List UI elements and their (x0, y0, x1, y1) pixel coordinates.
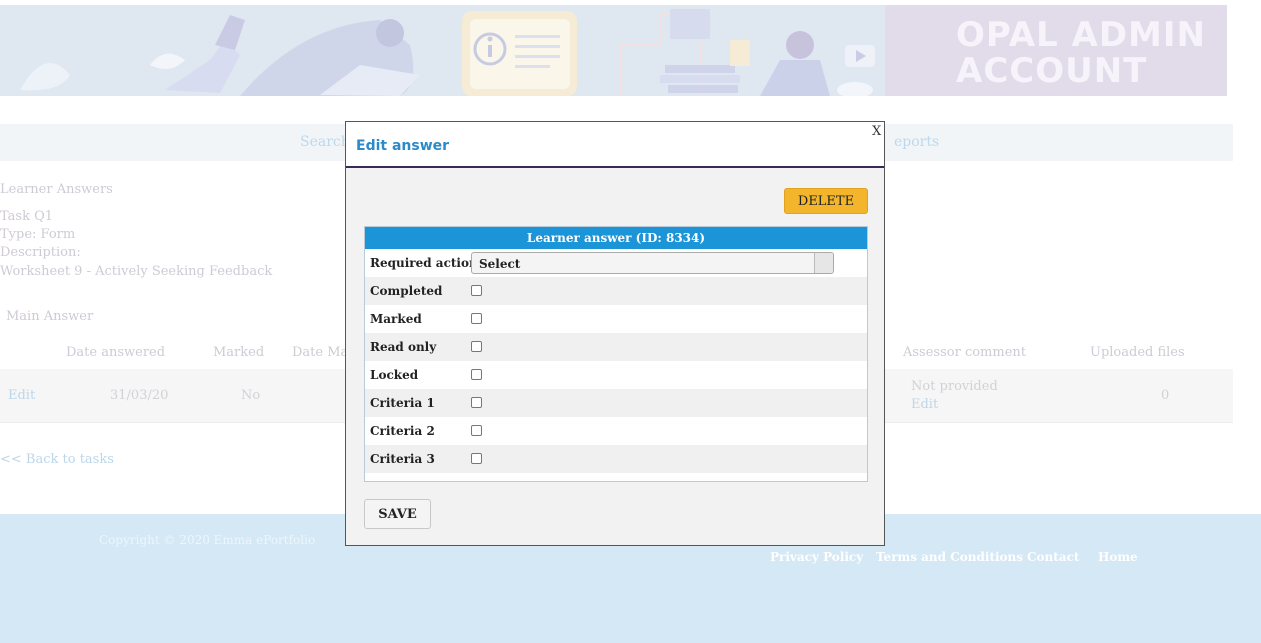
video-icon-illustration (837, 45, 875, 96)
footer-copyright: Copyright © 2020 Emma ePortfolio (99, 533, 316, 547)
row-comment: Not provided (911, 379, 998, 394)
nav-item-search[interactable]: Search (300, 134, 350, 150)
criteria-1-row: Criteria 1 (365, 389, 867, 417)
criteria-1-checkbox[interactable] (471, 397, 482, 408)
page-heading: Learner Answers (0, 182, 113, 197)
books-illustration (619, 9, 830, 96)
row-marked: No (241, 388, 261, 403)
read-only-checkbox[interactable] (471, 341, 482, 352)
completed-label: Completed (370, 284, 443, 298)
required-action-value: Select (479, 257, 521, 271)
marked-checkbox[interactable] (471, 313, 482, 324)
description-label: Description: (0, 245, 81, 260)
criteria-3-row: Criteria 3 (365, 445, 867, 473)
modal-header: Edit answer X (346, 122, 884, 168)
col-date-answered: Date answered (66, 345, 166, 360)
marked-label: Marked (370, 312, 422, 326)
completed-row: Completed (365, 277, 867, 305)
marked-row: Marked (365, 305, 867, 333)
locked-row: Locked (365, 361, 867, 389)
col-assessor-comment: Assessor comment (903, 345, 1026, 360)
row-files: 0 (1161, 388, 1170, 403)
back-to-tasks-link[interactable]: << Back to tasks (0, 452, 114, 467)
criteria-2-checkbox[interactable] (471, 425, 482, 436)
description-text: Worksheet 9 - Actively Seeking Feedback (0, 264, 273, 279)
locked-checkbox[interactable] (471, 369, 482, 380)
criteria-3-label: Criteria 3 (370, 452, 435, 466)
col-date-marked: Date Ma (292, 345, 349, 360)
modal-title: Edit answer (356, 138, 450, 154)
footer-privacy-link[interactable]: Privacy Policy (770, 550, 863, 564)
criteria-3-checkbox[interactable] (471, 453, 482, 464)
col-uploaded-files: Uploaded files (1090, 345, 1185, 360)
brand-title: OPAL ADMIN ACCOUNT (956, 15, 1206, 91)
task-label: Task Q1 (0, 209, 54, 224)
learner-answer-panel: Learner answer (ID: 8334) Required actio… (364, 226, 868, 482)
info-card-illustration (462, 11, 577, 96)
edit-answer-modal: Edit answer X DELETE Learner answer (ID:… (345, 121, 885, 546)
col-marked: Marked (213, 345, 265, 360)
read-only-label: Read only (370, 340, 437, 354)
row-date: 31/03/20 (110, 388, 169, 403)
panel-title: Learner answer (ID: 8334) (365, 227, 867, 249)
required-action-label: Required action (370, 256, 478, 270)
criteria-2-label: Criteria 2 (370, 424, 435, 438)
select-arrow-icon[interactable] (814, 253, 833, 273)
read-only-row: Read only (365, 333, 867, 361)
main-answer-heading: Main Answer (6, 309, 94, 324)
close-icon[interactable]: X (872, 124, 881, 139)
save-button[interactable]: SAVE (364, 499, 431, 529)
leaf-illustration (20, 53, 185, 91)
nav-item-reports[interactable]: eports (894, 134, 939, 150)
criteria-1-label: Criteria 1 (370, 396, 435, 410)
banner-illustration (20, 9, 875, 96)
footer-terms-link[interactable]: Terms and Conditions (876, 550, 1023, 564)
reading-person-illustration (165, 15, 420, 96)
completed-checkbox[interactable] (471, 285, 482, 296)
type-label: Type: Form (0, 227, 76, 242)
footer-home-link[interactable]: Home (1098, 550, 1138, 564)
row-comment-edit-link[interactable]: Edit (911, 397, 938, 412)
row-edit-link[interactable]: Edit (8, 388, 35, 403)
modal-body: DELETE Learner answer (ID: 8334) Require… (346, 168, 884, 545)
delete-button[interactable]: DELETE (784, 188, 868, 214)
footer-contact-link[interactable]: Contact (1027, 550, 1079, 564)
required-action-select[interactable]: Select (471, 252, 834, 274)
header-banner: OPAL ADMIN ACCOUNT (0, 5, 1227, 96)
required-action-row: Required action Select (365, 249, 867, 277)
locked-label: Locked (370, 368, 419, 382)
criteria-2-row: Criteria 2 (365, 417, 867, 445)
